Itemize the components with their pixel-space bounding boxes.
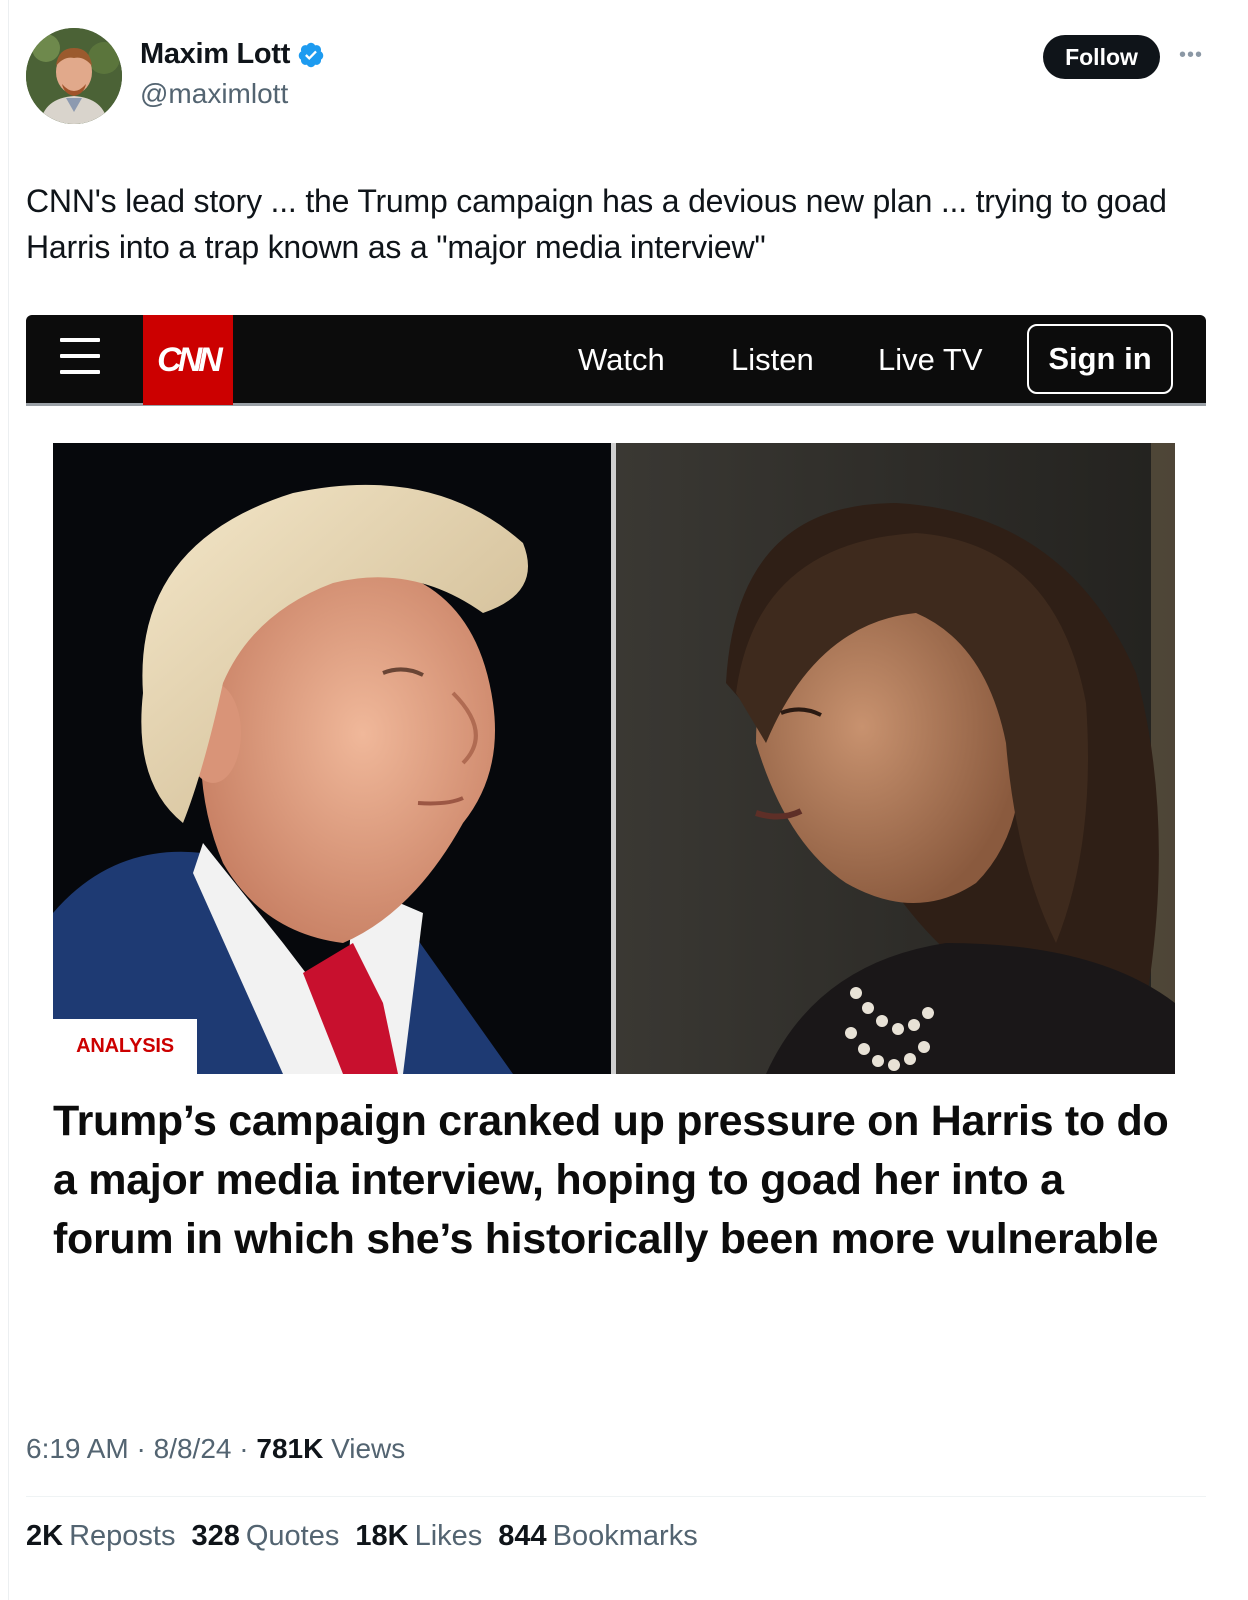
stat-quotes[interactable]: 328 Quotes [191, 1520, 339, 1553]
views-label: Views [331, 1433, 406, 1464]
photo-right-harris[interactable] [616, 443, 1175, 1074]
left-border [8, 0, 9, 1600]
more-icon[interactable]: ••• [1176, 40, 1206, 70]
views-count: 781K [256, 1433, 324, 1464]
meta-separator: · [239, 1433, 257, 1464]
article-headline[interactable]: Trump’s campaign cranked up pressure on … [53, 1092, 1193, 1269]
nav-watch[interactable]: Watch [578, 338, 665, 382]
display-name[interactable]: Maxim Lott [140, 38, 290, 71]
nav-listen[interactable]: Listen [731, 338, 814, 382]
cnn-logo[interactable]: CNN [143, 315, 233, 405]
tweet-text: CNN's lead story ... the Trump campaign … [26, 183, 1167, 265]
nav-live-tv[interactable]: Live TV [878, 338, 983, 382]
avatar[interactable] [26, 28, 122, 124]
tweet-date[interactable]: 8/8/24 [154, 1433, 232, 1464]
engagement-stats: 2K Reposts 328 Quotes 18K Likes 844 Bookmark… [26, 1520, 714, 1553]
stat-reposts[interactable]: 2K Reposts [26, 1520, 175, 1553]
analysis-badge: ANALYSIS [53, 1019, 197, 1074]
tweet-meta: 6:19 AM · 8/8/24 · 781K Views [26, 1433, 405, 1465]
sign-in-button[interactable]: Sign in [1027, 324, 1173, 394]
follow-button[interactable]: Follow [1043, 35, 1160, 79]
meta-separator: · [136, 1433, 154, 1464]
author-name-row: Maxim Lott [140, 38, 325, 71]
hamburger-menu-icon[interactable] [60, 338, 100, 374]
divider [26, 1496, 1206, 1497]
stat-bookmarks[interactable]: 844 Bookmarks [498, 1520, 697, 1553]
handle[interactable]: @maximlott [140, 78, 288, 110]
tweet-time[interactable]: 6:19 AM [26, 1433, 129, 1464]
verified-badge-icon [298, 42, 324, 67]
photo-left-trump[interactable] [53, 443, 611, 1074]
stat-likes[interactable]: 18K Likes [355, 1520, 482, 1553]
